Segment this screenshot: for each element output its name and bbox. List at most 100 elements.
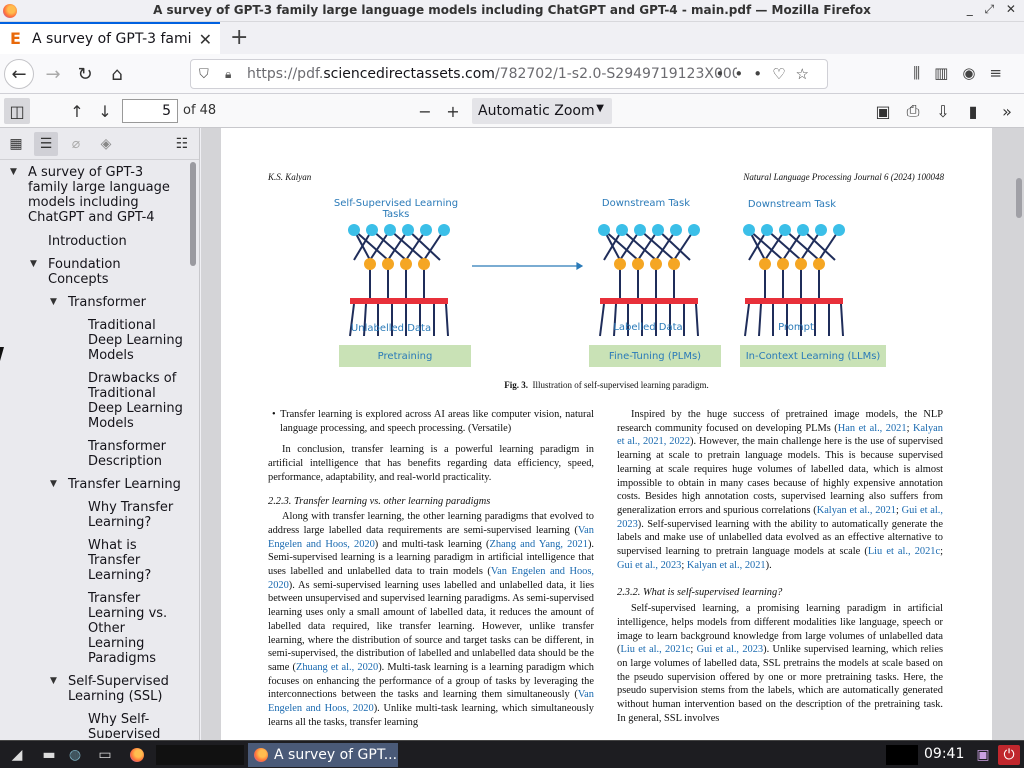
next-page-icon[interactable]: ↓ — [94, 98, 116, 124]
bookmark-icon[interactable]: ▮ — [962, 98, 984, 124]
reload-button[interactable]: ↻ — [70, 59, 100, 89]
elsevier-favicon-icon: E — [10, 29, 21, 48]
outline-item[interactable]: Why Transfer Learning? — [88, 500, 183, 530]
show-desktop-icon[interactable]: ▭ — [94, 745, 116, 765]
page-header-left: K.S. Kalyan — [268, 172, 312, 182]
presentation-mode-icon[interactable]: ▣ — [872, 98, 894, 124]
figure-label: Prompt — [778, 322, 814, 333]
citation-link[interactable]: Kalyan et al., 2021 — [687, 560, 766, 571]
paragraph: Along with transfer learning, the other … — [268, 511, 595, 728]
tray-area — [886, 745, 918, 765]
chevron-down-icon: ▼ — [596, 103, 604, 114]
library-icon: ⫼ — [913, 64, 935, 82]
window-title: A survey of GPT-3 family large language … — [153, 3, 871, 17]
pdf-viewer: K.S. Kalyan Natural Language Processing … — [201, 128, 1024, 740]
tab-strip: E A survey of GPT-3 family large languag… — [0, 22, 1024, 54]
left-column: • Transfer learning is explored across AI… — [268, 408, 594, 729]
citation-link[interactable]: Gui et al., 2023 — [617, 560, 681, 571]
figure-network-diagrams — [348, 224, 845, 337]
power-icon[interactable]: ⏻ — [998, 745, 1020, 765]
workspace-switcher[interactable] — [156, 745, 244, 765]
print-icon[interactable]: ⎙ — [902, 98, 924, 124]
zoom-select[interactable]: Automatic Zoom ▼ — [472, 98, 612, 124]
sidebar-icon: ▥ — [934, 64, 963, 82]
sidebar-scrollbar[interactable] — [190, 162, 196, 266]
outline-item[interactable]: Transformer — [68, 295, 178, 310]
bookmark-star-icon: ☆ — [795, 65, 819, 83]
outline-item[interactable]: Transfer Learning — [68, 477, 188, 492]
toolbar-right-icons[interactable]: ⫼▥◉≡ — [913, 64, 1016, 82]
back-button[interactable]: ← — [4, 59, 34, 89]
attachments-icon[interactable]: ⌀ — [64, 132, 88, 156]
url-bar[interactable]: ⛉ 🔒︎ https://pdf.sciencedirectassets.com… — [190, 59, 828, 89]
forward-button[interactable]: → — [38, 59, 68, 89]
outline-icon[interactable]: ☰ — [34, 132, 58, 156]
citation-link[interactable]: Gui et al., 2023 — [697, 644, 764, 655]
citation-link[interactable]: Han et al., 2021 — [838, 423, 907, 434]
bullet-item: • Transfer learning is explored across AI… — [272, 409, 594, 434]
layers-icon[interactable]: ◈ — [94, 132, 118, 156]
page-number-input[interactable]: 5 — [122, 99, 178, 123]
url-text[interactable]: https://pdf.sciencedirectassets.com/7827… — [247, 66, 737, 82]
toggle-expanded-icon[interactable]: ▼ — [10, 167, 17, 177]
home-button[interactable]: ⌂ — [102, 59, 132, 89]
network-graphic — [743, 224, 845, 337]
toggle-expanded-icon[interactable]: ▼ — [50, 676, 57, 686]
outline-item[interactable]: A survey of GPT-3 family large language … — [28, 165, 178, 225]
figure-label: Labelled Data — [613, 322, 683, 333]
page-actions[interactable]: •••♡☆ — [716, 65, 819, 83]
tab-active[interactable]: E A survey of GPT-3 family large languag… — [0, 22, 220, 54]
user-icon[interactable]: ▣ — [972, 745, 994, 765]
sidebar-toggle-icon[interactable]: ◫ — [4, 98, 30, 124]
citation-link[interactable]: Liu et al., 2021c — [868, 546, 940, 557]
window-controls[interactable]: _ ⤢ ✕ — [967, 2, 1020, 17]
lock-icon[interactable]: 🔒︎ — [225, 67, 237, 82]
zoom-in-icon[interactable]: + — [442, 98, 464, 124]
right-column: Inspired by the huge success of pretrain… — [617, 408, 943, 725]
outline-item[interactable]: Transformer Description — [88, 439, 188, 469]
current-outline-item-icon[interactable]: ☷ — [170, 132, 194, 156]
toggle-expanded-icon[interactable]: ▼ — [50, 479, 57, 489]
tracking-shield-icon[interactable]: ⛉ — [199, 67, 213, 82]
taskbar: ◢ ▬ ◍ ▭ A survey of GPT... 09:41 ▣ ⏻ — [0, 740, 1024, 768]
outline-item[interactable]: Foundation Concepts — [48, 257, 168, 287]
taskbar-window-button[interactable]: A survey of GPT... — [248, 743, 398, 767]
close-tab-icon[interactable]: ✕ — [199, 30, 212, 49]
firefox-icon — [254, 748, 268, 762]
clock: 09:41 — [924, 746, 965, 762]
network-graphic — [598, 224, 700, 337]
previous-page-icon[interactable]: ↑ — [66, 98, 88, 124]
tab-title: A survey of GPT-3 family large language … — [32, 31, 192, 47]
figure-box-icl: In-Context Learning (LLMs) — [740, 345, 886, 367]
document-outline: ▼ A survey of GPT-3 family large languag… — [0, 162, 188, 738]
firefox-launcher-icon[interactable] — [126, 745, 148, 765]
outline-item[interactable]: Introduction — [48, 234, 178, 249]
outline-item[interactable]: Transfer Learning vs. Other Learning Par… — [88, 591, 173, 666]
toggle-expanded-icon[interactable]: ▼ — [30, 259, 37, 269]
file-manager-icon[interactable]: ▬ — [38, 745, 60, 765]
citation-link[interactable]: Zhuang et al., 2020 — [296, 662, 378, 673]
pdf-page: K.S. Kalyan Natural Language Processing … — [221, 128, 992, 740]
outline-item[interactable]: Self-Supervised Learning (SSL) — [68, 674, 178, 704]
citation-link[interactable]: Kalyan et al., 2021 — [817, 505, 896, 516]
citation-link[interactable]: Liu et al., 2021c — [620, 644, 690, 655]
start-menu-icon[interactable]: ◢ — [6, 745, 28, 765]
window-titlebar: A survey of GPT-3 family large language … — [0, 0, 1024, 22]
citation-link[interactable]: Zhang and Yang, 2021 — [489, 539, 587, 550]
tools-icon[interactable]: » — [996, 98, 1018, 124]
pocket-icon: ♡ — [772, 65, 796, 83]
outline-item[interactable]: Traditional Deep Learning Models — [88, 318, 188, 363]
outline-item[interactable]: What is Transfer Learning? — [88, 538, 168, 583]
web-browser-icon[interactable]: ◍ — [64, 745, 86, 765]
outline-item[interactable]: Drawbacks of Traditional Deep Learning M… — [88, 371, 188, 431]
viewer-scrollbar[interactable] — [1016, 178, 1022, 218]
zoom-out-icon[interactable]: − — [414, 98, 436, 124]
new-tab-icon[interactable]: + — [230, 25, 252, 50]
download-icon[interactable]: ⇩ — [932, 98, 954, 124]
arrow — [472, 261, 584, 271]
toggle-expanded-icon[interactable]: ▼ — [50, 297, 57, 307]
thumbnails-icon[interactable]: ▦ — [4, 132, 28, 156]
outline-sidebar: ▦ ☰ ⌀ ◈ ☷ ▼ A survey of GPT-3 family lar… — [0, 128, 200, 740]
network-graphic — [348, 224, 450, 337]
outline-item[interactable]: Why Self-Supervised — [88, 712, 178, 738]
